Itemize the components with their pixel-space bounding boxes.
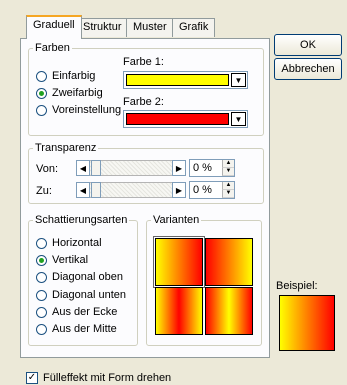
radio-horizontal[interactable]: Horizontal — [36, 236, 102, 250]
radio-zweifarbig[interactable]: Zweifarbig — [36, 86, 103, 100]
radio-label: Vertikal — [52, 254, 89, 266]
beispiel-preview — [279, 295, 335, 351]
radio-circle-icon — [36, 237, 47, 249]
spin-buttons[interactable]: ▲ ▼ — [222, 182, 234, 198]
farbe1-swatch — [126, 74, 229, 86]
variant-2[interactable] — [205, 238, 253, 286]
radio-diagonal-unten[interactable]: Diagonal unten — [36, 288, 126, 302]
radio-label: Zweifarbig — [52, 87, 103, 99]
radio-label: Voreinstellung — [52, 104, 122, 116]
checkbox-label: Fülleffekt mit Form drehen — [43, 372, 172, 384]
farbe1-dropdown[interactable]: ▼ — [123, 71, 248, 89]
slider-thumb[interactable] — [91, 182, 101, 198]
cancel-button[interactable]: Abbrechen — [274, 58, 342, 80]
radio-voreinstellung[interactable]: Voreinstellung — [36, 103, 121, 117]
radio-circle-icon — [36, 323, 47, 335]
checkmark-icon: ✓ — [26, 372, 38, 384]
ok-label: OK — [300, 39, 316, 51]
radio-circle-icon — [36, 104, 47, 116]
arrow-left-icon[interactable]: ◀ — [76, 182, 90, 198]
tab-graduell[interactable]: Graduell — [26, 15, 82, 39]
radio-circle-icon — [36, 306, 47, 318]
varianten-legend: Varianten — [153, 214, 200, 226]
radio-circle-icon — [36, 289, 47, 301]
tab-label: Muster — [133, 21, 167, 33]
ok-button[interactable]: OK — [274, 34, 342, 56]
radio-diagonal-oben[interactable]: Diagonal oben — [36, 270, 123, 284]
tab-struktur[interactable]: Struktur — [76, 18, 129, 37]
radio-vertikal[interactable]: Vertikal — [36, 253, 88, 267]
arrow-right-icon[interactable]: ▶ — [172, 182, 186, 198]
spin-up-icon[interactable]: ▲ — [222, 160, 234, 168]
radio-aus-der-ecke[interactable]: Aus der Ecke — [36, 305, 117, 319]
variant-3[interactable] — [155, 287, 203, 335]
variant-1[interactable] — [153, 236, 205, 288]
farbe2-swatch — [126, 113, 229, 125]
farbe2-label: Farbe 2: — [123, 96, 164, 108]
radio-label: Horizontal — [52, 237, 102, 249]
radio-label: Diagonal unten — [52, 289, 127, 301]
radio-label: Diagonal oben — [52, 271, 123, 283]
farben-legend: Farben — [35, 42, 70, 54]
spin-down-icon[interactable]: ▼ — [222, 168, 234, 176]
farbe1-label: Farbe 1: — [123, 56, 164, 68]
transparenz-legend: Transparenz — [35, 142, 97, 154]
beispiel-label: Beispiel: — [276, 280, 318, 292]
chevron-down-icon[interactable]: ▼ — [231, 73, 246, 87]
radio-einfarbig[interactable]: Einfarbig — [36, 69, 95, 83]
farbe2-dropdown[interactable]: ▼ — [123, 110, 248, 128]
radio-circle-icon — [36, 271, 47, 283]
cancel-label: Abbrechen — [281, 63, 335, 75]
radio-circle-icon — [36, 70, 47, 82]
variant-4[interactable] — [205, 287, 253, 335]
von-value: 0 % — [193, 162, 212, 174]
slider-track[interactable] — [90, 160, 172, 176]
tab-muster[interactable]: Muster — [126, 18, 174, 37]
arrow-right-icon[interactable]: ▶ — [172, 160, 186, 176]
von-slider[interactable]: ◀ ▶ — [76, 160, 186, 176]
tab-label: Grafik — [179, 21, 209, 33]
radio-label: Aus der Mitte — [52, 323, 117, 335]
zu-spinner[interactable]: 0 % ▲ ▼ — [189, 181, 235, 199]
tab-label: Struktur — [83, 21, 122, 33]
zu-slider[interactable]: ◀ ▶ — [76, 182, 186, 198]
slider-thumb[interactable] — [91, 160, 101, 176]
zu-label: Zu: — [36, 185, 52, 197]
zu-value: 0 % — [193, 184, 212, 196]
radio-label: Einfarbig — [52, 70, 96, 82]
radio-selected-icon — [36, 87, 47, 99]
tab-grafik[interactable]: Grafik — [172, 18, 216, 37]
radio-selected-icon — [36, 254, 47, 266]
chevron-down-icon[interactable]: ▼ — [231, 112, 246, 126]
spin-down-icon[interactable]: ▼ — [222, 190, 234, 198]
tab-label: Graduell — [33, 19, 75, 31]
schattierung-legend: Schattierungsarten — [35, 214, 128, 226]
spin-buttons[interactable]: ▲ ▼ — [222, 160, 234, 176]
radio-aus-der-mitte[interactable]: Aus der Mitte — [36, 322, 117, 336]
slider-track[interactable] — [90, 182, 172, 198]
spin-up-icon[interactable]: ▲ — [222, 182, 234, 190]
von-spinner[interactable]: 0 % ▲ ▼ — [189, 159, 235, 177]
radio-label: Aus der Ecke — [52, 306, 118, 318]
arrow-left-icon[interactable]: ◀ — [76, 160, 90, 176]
von-label: Von: — [36, 163, 59, 175]
